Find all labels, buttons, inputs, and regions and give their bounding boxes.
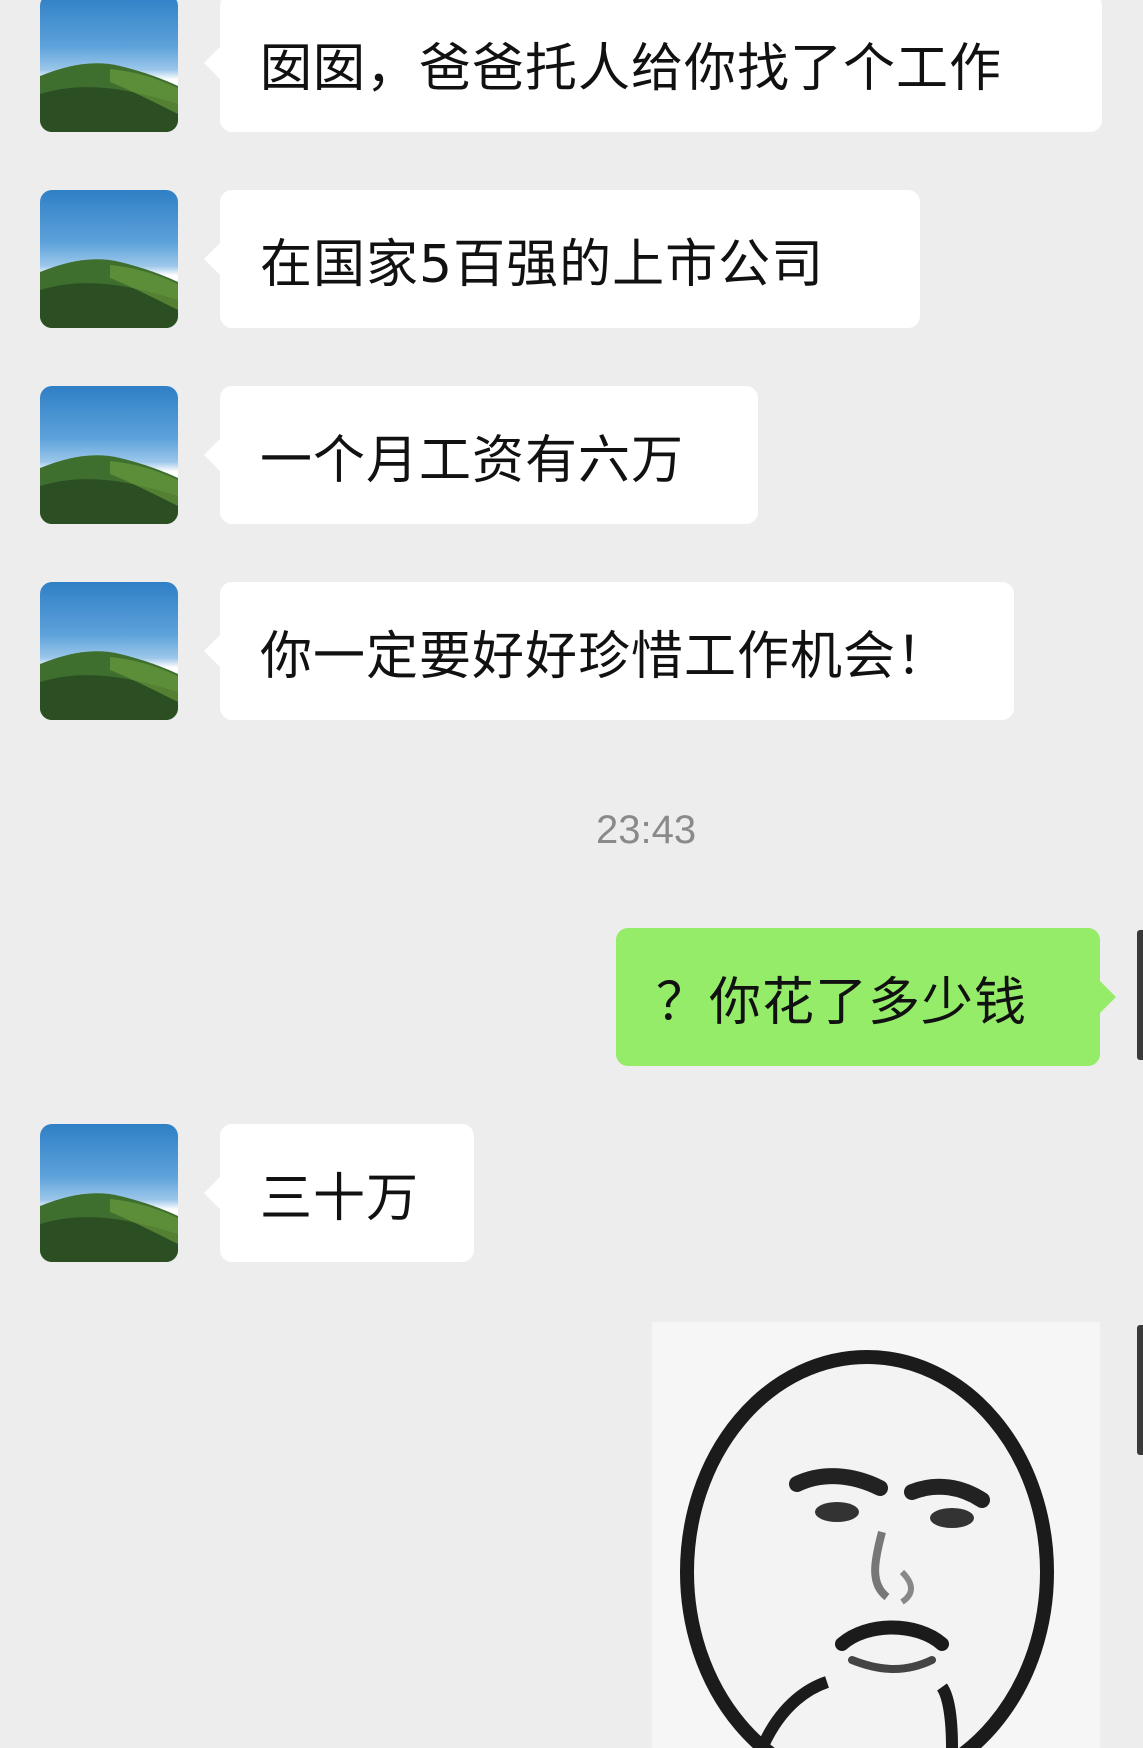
message-timestamp: 23:43 <box>596 808 697 852</box>
contact-avatar[interactable] <box>40 386 178 524</box>
contact-avatar[interactable] <box>40 0 178 132</box>
message-bubble[interactable]: 你一定要好好珍惜工作机会！ <box>204 582 1014 720</box>
message-bubble[interactable]: 三十万 <box>204 1124 474 1262</box>
mountain-sky-avatar-icon <box>40 1193 178 1262</box>
mountain-sky-avatar-icon <box>40 651 178 720</box>
message-text: 一个月工资有六万 <box>260 430 685 491</box>
contact-avatar[interactable] <box>40 190 178 328</box>
message-bubble-sent[interactable]: ？你花了多少钱 <box>616 928 1116 1066</box>
mountain-sky-avatar-icon <box>40 259 178 328</box>
message-bubble[interactable]: 一个月工资有六万 <box>204 386 758 524</box>
face-meme-sticker[interactable] <box>652 1322 1100 1748</box>
self-avatar-edge <box>1137 930 1143 1060</box>
self-avatar-edge <box>1137 1325 1143 1455</box>
mountain-sky-avatar-icon <box>40 63 178 132</box>
contact-avatar[interactable] <box>40 582 178 720</box>
message-text: 三十万 <box>260 1168 420 1229</box>
message-bubble[interactable]: 在国家5百强的上市公司 <box>204 190 920 328</box>
message-text: ？你花了多少钱 <box>656 972 1028 1033</box>
message-text: 你一定要好好珍惜工作机会！ <box>260 626 950 687</box>
face-meme-sticker-icon <box>680 1350 1054 1748</box>
message-text: 在国家5百强的上市公司 <box>260 234 825 295</box>
message-bubble[interactable]: 囡囡，爸爸托人给你找了个工作 <box>204 0 1102 132</box>
mountain-sky-avatar-icon <box>40 455 178 524</box>
contact-avatar[interactable] <box>40 1124 178 1262</box>
message-text: 囡囡，爸爸托人给你找了个工作 <box>260 38 1003 99</box>
